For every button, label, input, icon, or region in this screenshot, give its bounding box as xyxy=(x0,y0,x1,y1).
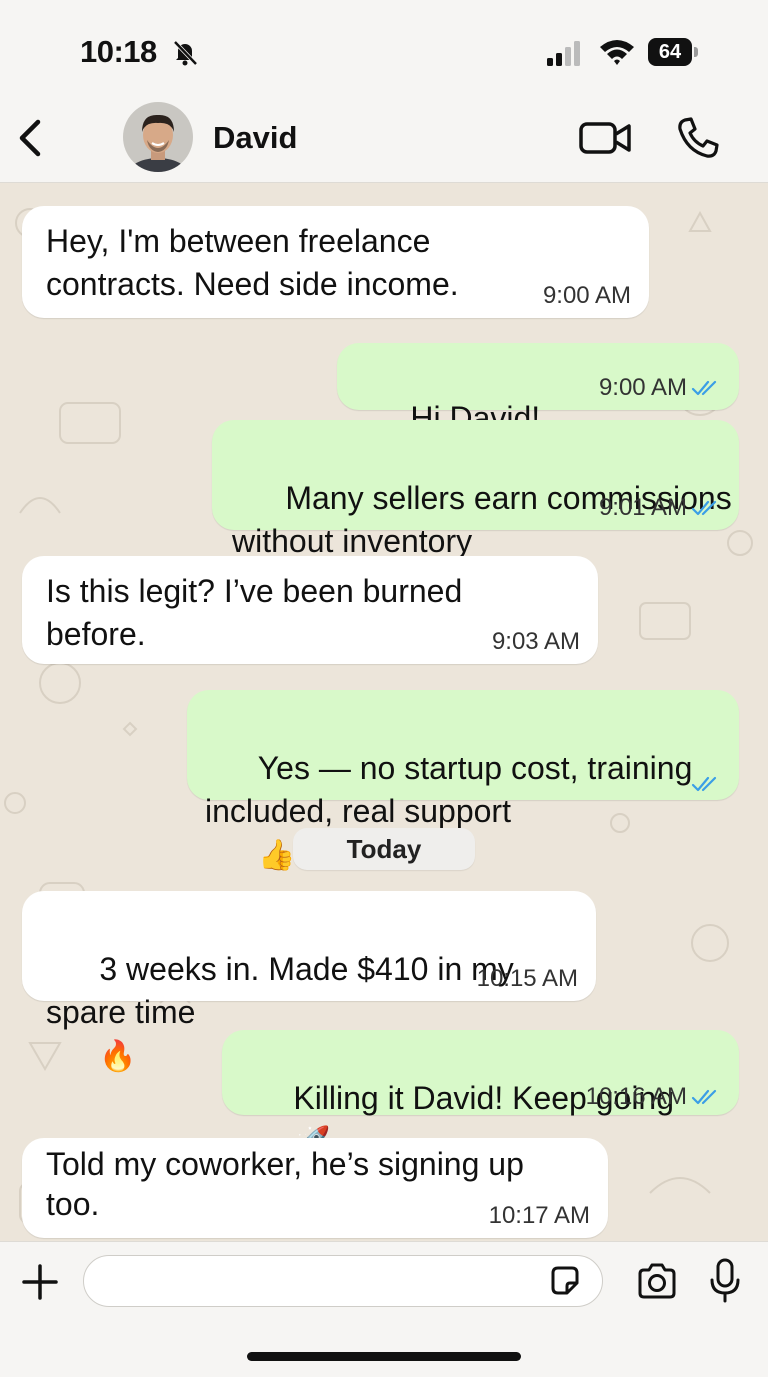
message-input[interactable] xyxy=(83,1255,603,1307)
message-bubble-outgoing[interactable]: Many sellers earn commissions without in… xyxy=(212,420,739,602)
battery-level: 64 xyxy=(648,38,692,66)
message-bubble-outgoing[interactable]: Killing it David! Keep going 🚀 10:16 AM xyxy=(222,1030,739,1159)
message-bubble-incoming[interactable]: Is this legit? I’ve been burned before. … xyxy=(22,556,598,664)
message-time: 10:15 AM xyxy=(476,965,578,992)
battery-icon: 64 xyxy=(648,38,700,66)
message-text: Yes — no startup cost, training included… xyxy=(205,750,693,829)
message-text: Is this legit? I’ve been burned before. xyxy=(46,573,463,652)
bell-slash-icon xyxy=(173,40,198,66)
phone-call-icon[interactable] xyxy=(676,116,720,160)
message-bubble-incoming[interactable]: Told my coworker, he’s signing up too. 1… xyxy=(22,1138,608,1238)
message-time: 9:00 AM xyxy=(598,374,687,401)
back-chevron-icon[interactable] xyxy=(10,116,50,160)
message-bubble-outgoing[interactable]: Hi David! 👋 9:00 AM xyxy=(337,343,739,479)
composer-bar xyxy=(0,1241,768,1377)
message-time: 10:17 AM xyxy=(488,1202,590,1229)
message-time: 9:01 AM xyxy=(598,494,687,521)
message-text: 3 weeks in. Made $410 in my spare time xyxy=(46,951,514,1030)
video-call-icon[interactable] xyxy=(578,120,632,156)
message-text: Hey, I'm between freelance contracts. Ne… xyxy=(46,223,459,302)
message-text: Told my coworker, he’s signing up too. xyxy=(46,1146,524,1222)
double-check-icon xyxy=(691,1089,717,1105)
date-divider: Today xyxy=(293,828,475,870)
wifi-icon xyxy=(600,40,634,65)
home-indicator xyxy=(247,1352,521,1361)
signal-icon xyxy=(547,41,580,66)
message-time: 9:03 AM xyxy=(491,628,580,655)
chat-header: David xyxy=(0,92,768,183)
chat-area[interactable]: Hey, I'm between freelance contracts. Ne… xyxy=(0,183,768,1241)
message-bubble-outgoing[interactable]: Yes — no startup cost, training included… xyxy=(187,690,739,872)
double-check-icon xyxy=(691,776,717,792)
thumbs-up-emoji: 👍 xyxy=(258,839,296,872)
microphone-icon[interactable] xyxy=(708,1258,742,1304)
message-time: 9:00 AM xyxy=(542,282,631,309)
message-time: 10:16 AM xyxy=(585,1083,687,1110)
contact-name[interactable]: David xyxy=(213,120,297,156)
status-bar: 10:18 64 xyxy=(0,0,768,92)
avatar[interactable] xyxy=(123,102,193,172)
message-bubble-incoming[interactable]: 3 weeks in. Made $410 in my spare time 🔥… xyxy=(22,891,596,1073)
double-check-icon xyxy=(691,380,717,396)
sticker-icon[interactable] xyxy=(548,1264,582,1298)
fire-emoji: 🔥 xyxy=(99,1040,137,1073)
status-time: 10:18 xyxy=(80,34,157,69)
double-check-icon xyxy=(691,500,717,516)
plus-icon[interactable] xyxy=(20,1262,60,1302)
camera-icon[interactable] xyxy=(636,1262,678,1300)
message-bubble-incoming[interactable]: Hey, I'm between freelance contracts. Ne… xyxy=(22,206,649,318)
